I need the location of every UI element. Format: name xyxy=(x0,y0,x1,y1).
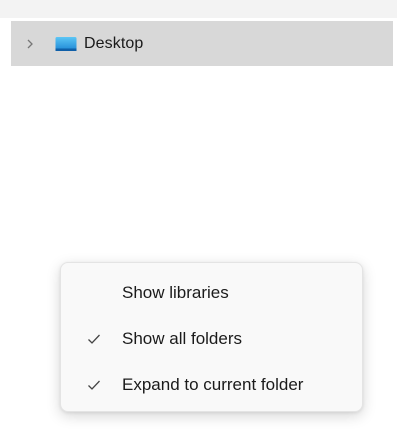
chevron-right-icon[interactable] xyxy=(25,38,35,50)
menu-item-expand-to-current-folder[interactable]: Expand to current folder xyxy=(61,365,362,405)
window-top-strip xyxy=(0,0,397,18)
desktop-folder-icon xyxy=(55,36,77,52)
menu-item-label: Show libraries xyxy=(122,283,229,302)
checkmark-icon xyxy=(87,378,101,392)
checkmark-icon xyxy=(87,332,101,346)
menu-item-label: Expand to current folder xyxy=(122,375,304,394)
menu-item-label: Show all folders xyxy=(122,329,243,348)
menu-item-show-all-folders[interactable]: Show all folders xyxy=(61,319,362,359)
context-menu: Show libraries Show all folders Expand t… xyxy=(60,262,363,412)
tree-item-label: Desktop xyxy=(84,34,144,52)
tree-item-desktop[interactable]: Desktop xyxy=(11,21,393,66)
menu-item-show-libraries[interactable]: Show libraries xyxy=(61,273,362,313)
